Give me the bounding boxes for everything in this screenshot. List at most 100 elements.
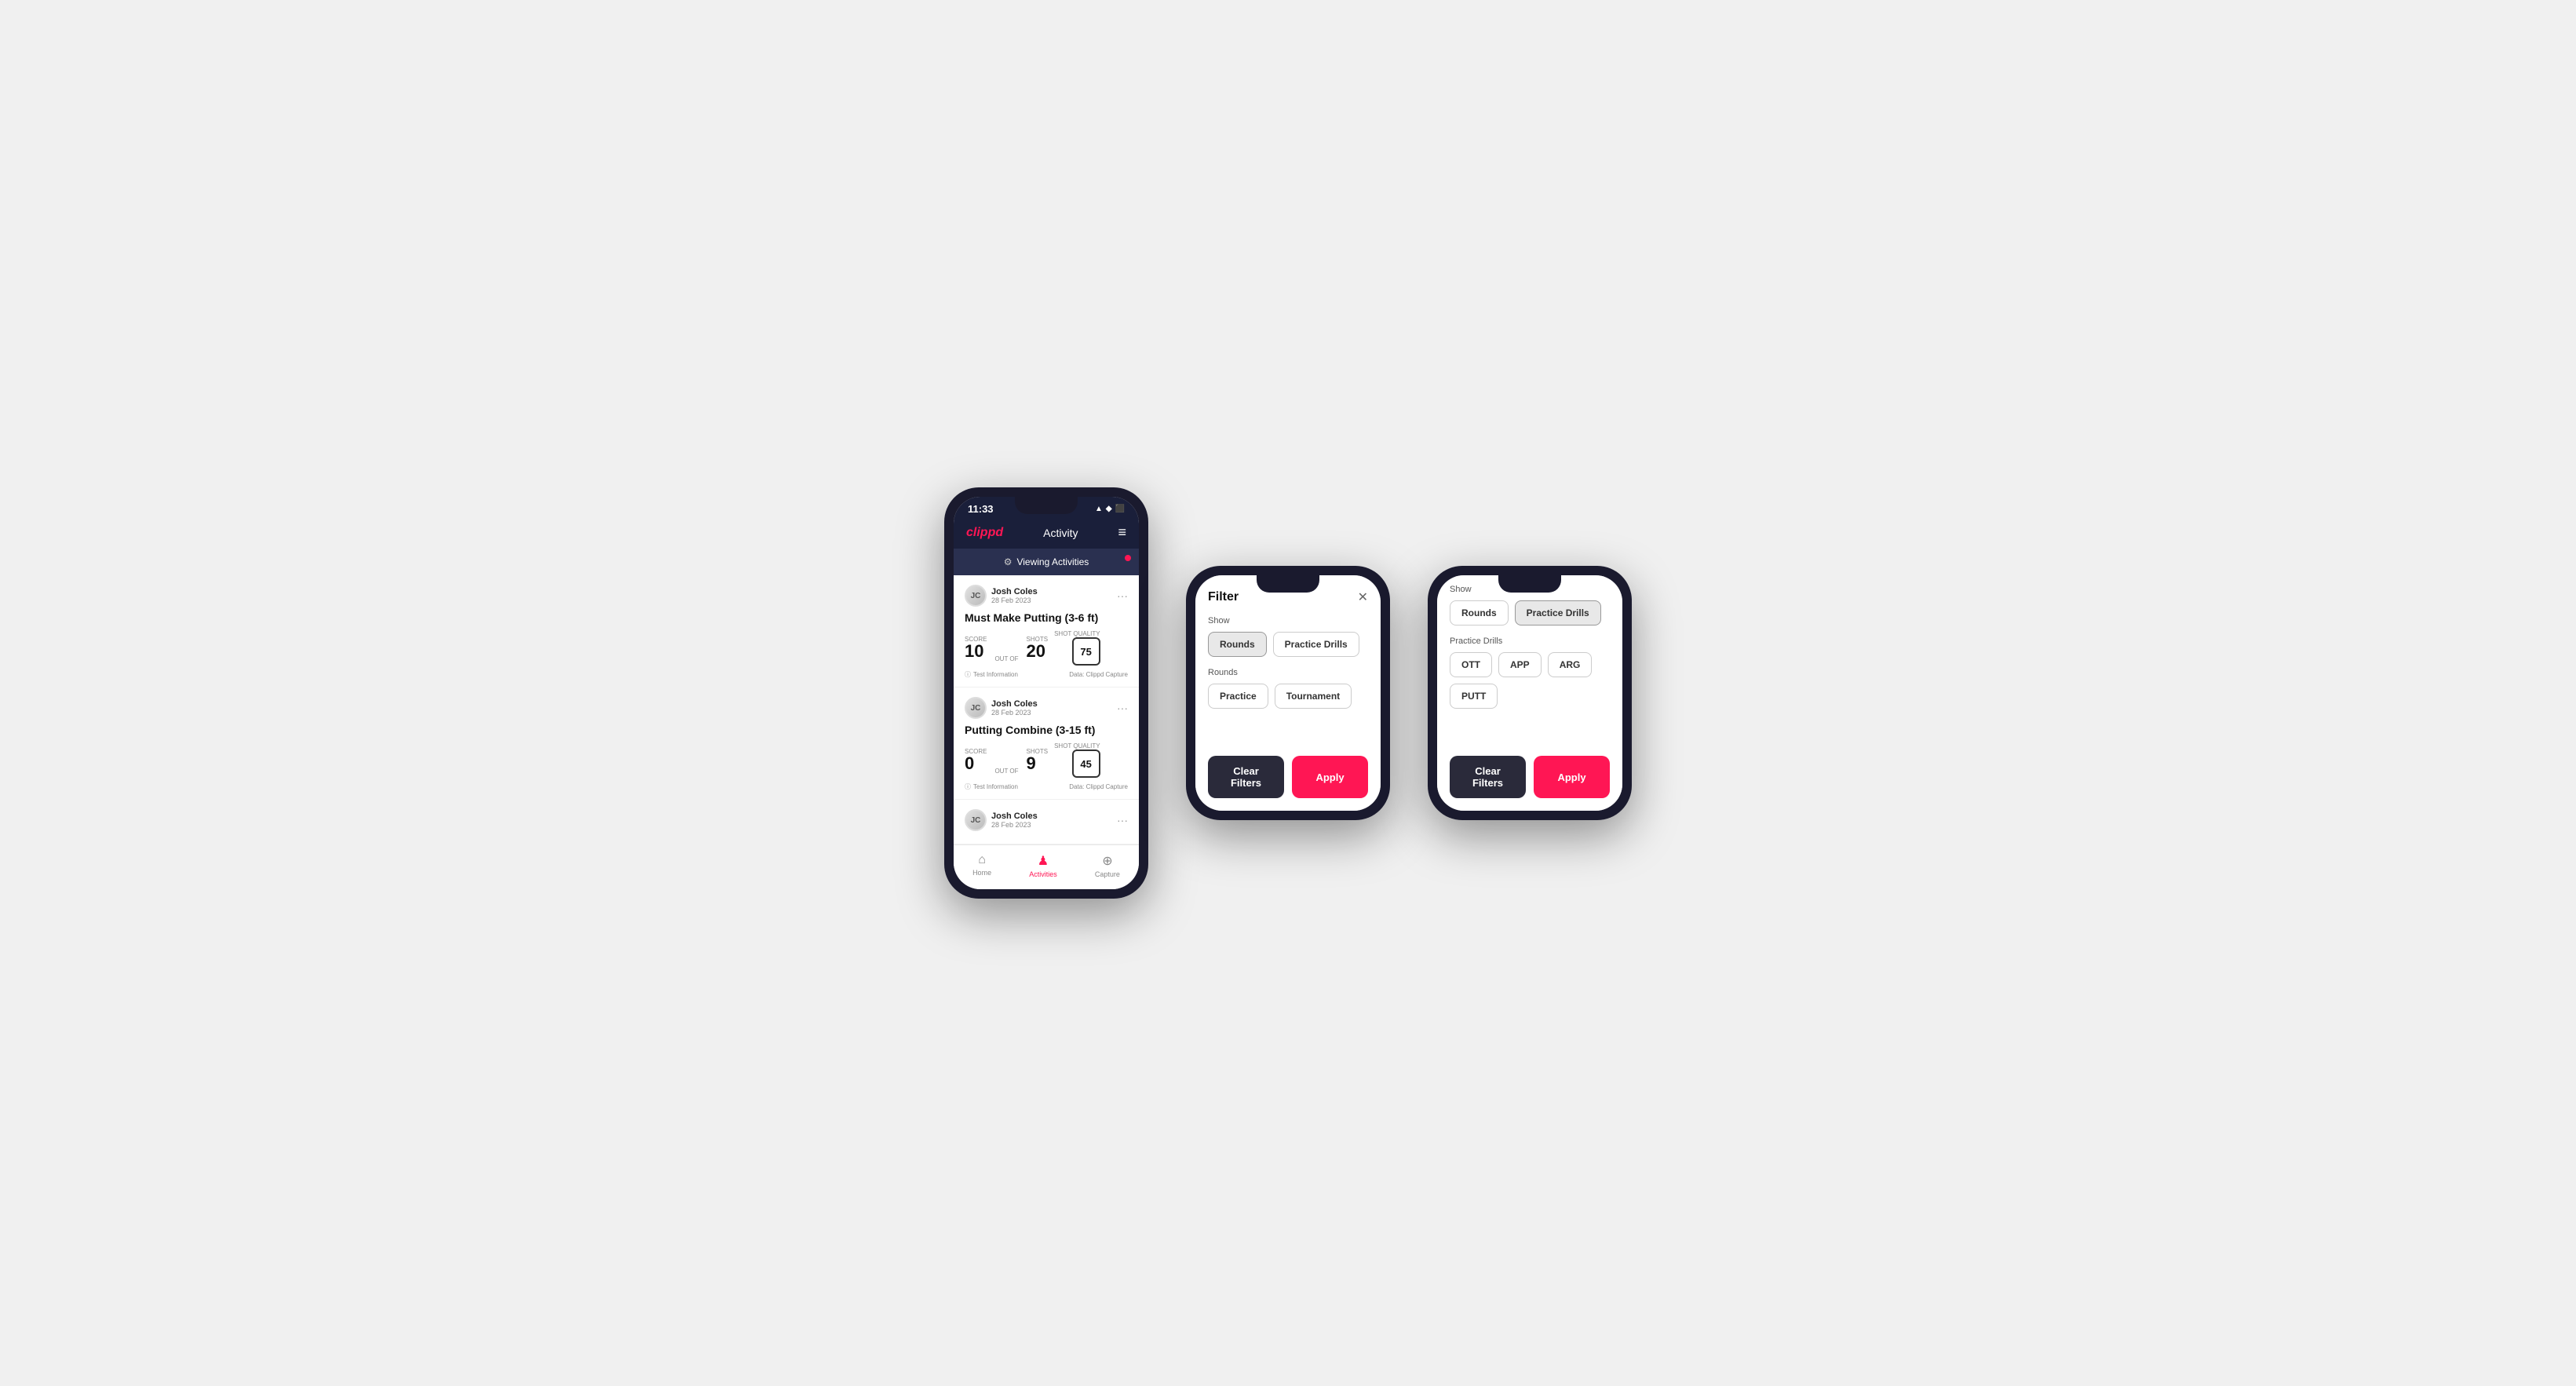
rounds-show-btn-2[interactable]: Rounds bbox=[1208, 632, 1267, 657]
card-header-3: JC Josh Coles 28 Feb 2023 ··· bbox=[965, 809, 1128, 831]
user-details-3: Josh Coles 28 Feb 2023 bbox=[991, 812, 1038, 829]
filter-sheet-2: Filter ✕ Show Rounds Practice Drills Rou… bbox=[1195, 575, 1381, 811]
more-dots-2[interactable]: ··· bbox=[1117, 702, 1128, 714]
quality-badge-2: 45 bbox=[1072, 750, 1100, 778]
filter-icon-1: ⚙ bbox=[1004, 556, 1013, 567]
phone-2: 11:33 ▲ ◆ ⬛ clippd Activity ≡ ⚙ Viewing … bbox=[1186, 566, 1390, 820]
menu-icon-1[interactable]: ≡ bbox=[1118, 524, 1126, 541]
activity-card-3: JC Josh Coles 28 Feb 2023 ··· bbox=[954, 800, 1139, 844]
practice-show-btn-3[interactable]: Practice Drills bbox=[1515, 600, 1601, 626]
show-buttons-3: Rounds Practice Drills bbox=[1450, 600, 1610, 626]
quality-group-1: Shot Quality 75 bbox=[1054, 630, 1100, 666]
putt-btn-3[interactable]: PUTT bbox=[1450, 684, 1498, 709]
card-header-1: JC Josh Coles 28 Feb 2023 ··· bbox=[965, 585, 1128, 607]
capture-icon: ⊕ bbox=[1102, 853, 1112, 869]
shots-group-1: Shots 20 bbox=[1027, 636, 1049, 660]
user-name-2: Josh Coles bbox=[991, 699, 1038, 709]
score-group-1: Score 10 bbox=[965, 636, 987, 660]
card-footer-2: ⓘ Test Information Data: Clippd Capture bbox=[965, 782, 1128, 791]
user-details-2: Josh Coles 28 Feb 2023 bbox=[991, 699, 1038, 717]
viewing-bar-1[interactable]: ⚙ Viewing Activities bbox=[954, 549, 1139, 575]
status-icons-1: ▲ ◆ ⬛ bbox=[1095, 505, 1125, 513]
user-date-1: 28 Feb 2023 bbox=[991, 596, 1038, 604]
user-date-3: 28 Feb 2023 bbox=[991, 821, 1038, 829]
nav-capture[interactable]: ⊕ Capture bbox=[1095, 853, 1120, 878]
nav-bar-1: clippd Activity ≡ bbox=[954, 518, 1139, 549]
notch-3 bbox=[1498, 575, 1561, 593]
battery-icon: ⬛ bbox=[1115, 505, 1125, 513]
quality-label-2: Shot Quality bbox=[1054, 742, 1100, 750]
show-label-2: Show bbox=[1208, 616, 1368, 626]
activities-icon: ♟ bbox=[1038, 853, 1049, 869]
rounds-section-label-2: Rounds bbox=[1208, 668, 1368, 677]
clear-filters-btn-2[interactable]: Clear Filters bbox=[1208, 756, 1284, 798]
phone-3-inner: 11:33 ▲ ◆ ⬛ clippd Activity ≡ ⚙ Viewing … bbox=[1437, 575, 1622, 811]
apply-btn-2[interactable]: Apply bbox=[1292, 756, 1368, 798]
quality-label-1: Shot Quality bbox=[1054, 630, 1100, 637]
user-date-2: 28 Feb 2023 bbox=[991, 709, 1038, 717]
bottom-nav-1: ⌂ Home ♟ Activities ⊕ Capture bbox=[954, 844, 1139, 889]
activity-card-1: JC Josh Coles 28 Feb 2023 ··· Must Make … bbox=[954, 575, 1139, 688]
practice-drills-label-3: Practice Drills bbox=[1450, 636, 1610, 646]
shots-group-2: Shots 9 bbox=[1027, 748, 1049, 772]
notch-1 bbox=[1015, 497, 1078, 514]
phone-3: 11:33 ▲ ◆ ⬛ clippd Activity ≡ ⚙ Viewing … bbox=[1428, 566, 1632, 820]
rounds-show-btn-3[interactable]: Rounds bbox=[1450, 600, 1509, 626]
sheet-footer-2: Clear Filters Apply bbox=[1208, 756, 1368, 798]
activities-label: Activities bbox=[1029, 870, 1057, 878]
signal-icon: ▲ bbox=[1095, 505, 1103, 513]
home-label: Home bbox=[972, 869, 991, 877]
card-header-2: JC Josh Coles 28 Feb 2023 ··· bbox=[965, 697, 1128, 719]
app-btn-3[interactable]: APP bbox=[1498, 652, 1542, 677]
rounds-buttons-2: Practice Tournament bbox=[1208, 684, 1368, 709]
tournament-btn-2[interactable]: Tournament bbox=[1275, 684, 1352, 709]
drills-buttons-3: OTT APP ARG PUTT bbox=[1450, 652, 1610, 709]
practice-show-btn-2[interactable]: Practice Drills bbox=[1273, 632, 1359, 657]
activity-card-2: JC Josh Coles 28 Feb 2023 ··· Putting Co… bbox=[954, 688, 1139, 800]
ott-btn-3[interactable]: OTT bbox=[1450, 652, 1492, 677]
nav-activities[interactable]: ♟ Activities bbox=[1029, 853, 1057, 878]
activity-title-1: Must Make Putting (3-6 ft) bbox=[965, 611, 1128, 624]
show-buttons-2: Rounds Practice Drills bbox=[1208, 632, 1368, 657]
wifi-icon: ◆ bbox=[1106, 505, 1112, 513]
data-label-2: Data: Clippd Capture bbox=[1069, 783, 1128, 790]
apply-btn-3[interactable]: Apply bbox=[1534, 756, 1610, 798]
score-value-1: 10 bbox=[965, 643, 987, 660]
test-info-1: ⓘ Test Information bbox=[965, 670, 1018, 679]
data-label-1: Data: Clippd Capture bbox=[1069, 671, 1128, 678]
user-name-3: Josh Coles bbox=[991, 812, 1038, 821]
avatar-3: JC bbox=[965, 809, 987, 831]
stats-row-2: Score 0 OUT OF Shots 9 Shot Quality 45 bbox=[965, 742, 1128, 778]
close-button-2[interactable]: ✕ bbox=[1358, 589, 1368, 605]
quality-group-2: Shot Quality 45 bbox=[1054, 742, 1100, 778]
more-dots-3[interactable]: ··· bbox=[1117, 814, 1128, 826]
out-of-1: OUT OF bbox=[994, 655, 1018, 666]
sheet-footer-3: Clear Filters Apply bbox=[1450, 756, 1610, 798]
phone-1: 11:33 ▲ ◆ ⬛ clippd Activity ≡ ⚙ Viewing … bbox=[944, 487, 1148, 899]
user-details-1: Josh Coles 28 Feb 2023 bbox=[991, 587, 1038, 604]
user-info-3: JC Josh Coles 28 Feb 2023 bbox=[965, 809, 1038, 831]
practice-round-btn-2[interactable]: Practice bbox=[1208, 684, 1268, 709]
clear-filters-btn-3[interactable]: Clear Filters bbox=[1450, 756, 1526, 798]
nav-title-1: Activity bbox=[1043, 527, 1078, 539]
notch-2 bbox=[1257, 575, 1319, 593]
logo-1: clippd bbox=[966, 526, 1003, 540]
avatar-2: JC bbox=[965, 697, 987, 719]
score-value-2: 0 bbox=[965, 755, 987, 772]
quality-badge-1: 75 bbox=[1072, 637, 1100, 666]
red-dot-1 bbox=[1125, 555, 1131, 561]
shots-value-1: 20 bbox=[1027, 643, 1049, 660]
more-dots-1[interactable]: ··· bbox=[1117, 589, 1128, 602]
nav-home[interactable]: ⌂ Home bbox=[972, 853, 991, 878]
phone-1-inner: 11:33 ▲ ◆ ⬛ clippd Activity ≡ ⚙ Viewing … bbox=[954, 497, 1139, 889]
filter-title-2: Filter bbox=[1208, 590, 1239, 604]
user-name-1: Josh Coles bbox=[991, 587, 1038, 596]
card-footer-1: ⓘ Test Information Data: Clippd Capture bbox=[965, 670, 1128, 679]
test-info-2: ⓘ Test Information bbox=[965, 782, 1018, 791]
arg-btn-3[interactable]: ARG bbox=[1548, 652, 1593, 677]
time-1: 11:33 bbox=[968, 503, 994, 515]
filter-sheet-3: Filter ✕ Show Rounds Practice Drills Pra… bbox=[1437, 575, 1622, 811]
avatar-1: JC bbox=[965, 585, 987, 607]
home-icon: ⌂ bbox=[978, 853, 986, 867]
user-info-1: JC Josh Coles 28 Feb 2023 bbox=[965, 585, 1038, 607]
